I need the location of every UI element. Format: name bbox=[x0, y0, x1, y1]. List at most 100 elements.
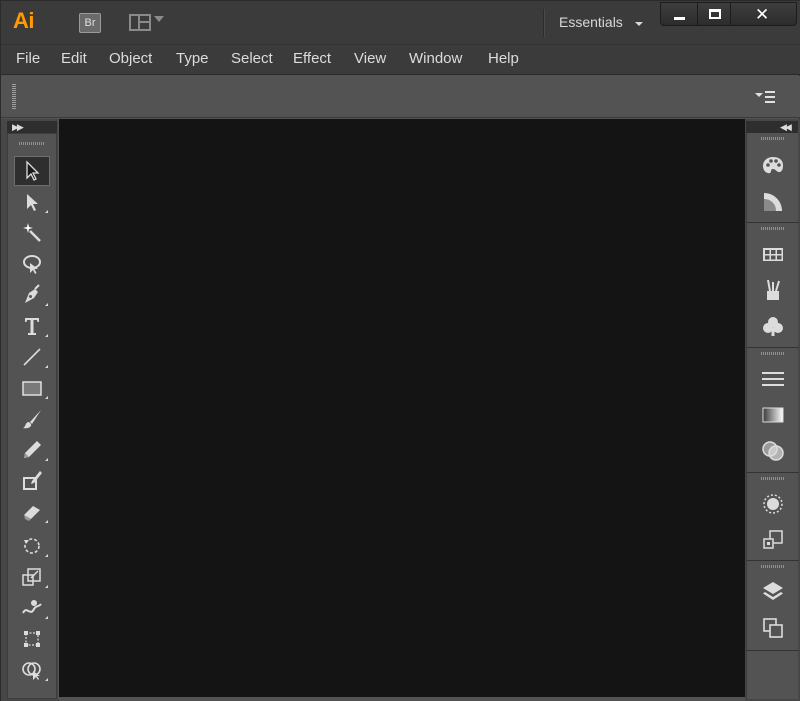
illustrator-window: Ai Br Essentials ✕ File Edit Object Type… bbox=[0, 0, 800, 701]
gradient-panel-button[interactable] bbox=[760, 402, 786, 428]
menu-type[interactable]: Type bbox=[176, 50, 209, 67]
scale-icon bbox=[22, 568, 41, 586]
direct-selection-tool[interactable] bbox=[14, 187, 50, 217]
eraser-tool[interactable] bbox=[14, 497, 50, 527]
selection-tool[interactable] bbox=[14, 156, 50, 186]
panel-group-stroke bbox=[747, 348, 799, 473]
graphic-styles-panel-button[interactable] bbox=[760, 527, 786, 553]
maximize-button[interactable] bbox=[697, 2, 731, 26]
color-palette-icon bbox=[763, 157, 783, 174]
tools-panel-header[interactable]: ▶▶ bbox=[7, 121, 57, 133]
control-bar-menu-icon[interactable] bbox=[755, 90, 775, 104]
panel-dock: ◀◀ bbox=[745, 119, 800, 701]
menu-effect[interactable]: Effect bbox=[293, 50, 331, 67]
panel-group-grip[interactable] bbox=[761, 477, 785, 480]
menu-window[interactable]: Window bbox=[409, 50, 462, 67]
type-icon bbox=[25, 318, 39, 335]
appearance-icon bbox=[763, 494, 783, 514]
control-bar bbox=[1, 76, 800, 118]
lasso-icon bbox=[23, 255, 41, 274]
arrange-documents-button[interactable] bbox=[129, 14, 153, 32]
collapse-panel-icon[interactable]: ◀◀ bbox=[780, 122, 792, 133]
graphic-styles-icon bbox=[763, 530, 783, 549]
appearance-panel-button[interactable] bbox=[760, 491, 786, 517]
menu-file[interactable]: File bbox=[16, 50, 40, 67]
paintbrush-icon bbox=[23, 410, 41, 429]
expand-panel-icon[interactable]: ▶▶ bbox=[12, 122, 24, 133]
toolbox-grip[interactable] bbox=[19, 142, 45, 145]
workspace-switcher[interactable]: Essentials bbox=[559, 14, 623, 30]
color-guide-panel-button[interactable] bbox=[760, 189, 786, 215]
dock-header[interactable]: ◀◀ bbox=[746, 121, 798, 133]
shape-builder-tool[interactable] bbox=[14, 655, 50, 685]
menu-select[interactable]: Select bbox=[231, 50, 273, 67]
divider bbox=[543, 9, 544, 37]
stroke-icon bbox=[762, 372, 784, 386]
minimize-button[interactable] bbox=[660, 2, 698, 26]
line-icon bbox=[23, 348, 41, 366]
color-panel-button[interactable] bbox=[760, 153, 786, 179]
blob-brush-icon bbox=[23, 471, 42, 490]
panel-group-grip[interactable] bbox=[761, 352, 785, 355]
arrange-documents-icon bbox=[129, 14, 151, 31]
transparency-icon bbox=[762, 441, 784, 461]
warp-icon bbox=[22, 600, 42, 614]
paintbrush-tool[interactable] bbox=[14, 404, 50, 434]
panel-group-color bbox=[747, 133, 799, 223]
close-button[interactable]: ✕ bbox=[730, 2, 797, 26]
minimize-icon bbox=[674, 17, 685, 20]
close-icon: ✕ bbox=[755, 5, 770, 24]
toolbox bbox=[7, 133, 57, 699]
blob-brush-tool[interactable] bbox=[14, 466, 50, 496]
symbols-panel-button[interactable] bbox=[760, 313, 786, 339]
brushes-icon bbox=[767, 279, 780, 300]
stroke-panel-button[interactable] bbox=[760, 366, 786, 392]
lasso-tool[interactable] bbox=[14, 249, 50, 279]
warp-tool[interactable] bbox=[14, 593, 50, 623]
chevron-down-icon[interactable] bbox=[635, 22, 643, 26]
magic-wand-icon bbox=[23, 223, 41, 242]
rotate-tool[interactable] bbox=[14, 531, 50, 561]
swatches-panel-button[interactable] bbox=[760, 241, 786, 267]
magic-wand-tool[interactable] bbox=[14, 218, 50, 248]
artboards-panel-button[interactable] bbox=[760, 615, 786, 641]
color-guide-icon bbox=[764, 193, 782, 211]
pen-icon bbox=[25, 284, 40, 303]
pencil-icon bbox=[24, 441, 41, 458]
rotate-icon bbox=[24, 538, 40, 554]
panel-group-swatches bbox=[747, 223, 799, 348]
chevron-down-icon[interactable] bbox=[154, 16, 164, 22]
control-bar-grip[interactable] bbox=[12, 84, 16, 110]
layers-panel-button[interactable] bbox=[760, 579, 786, 605]
artboards-icon bbox=[763, 618, 783, 638]
menu-help[interactable]: Help bbox=[488, 50, 519, 67]
panel-group-grip[interactable] bbox=[761, 227, 785, 230]
selection-arrow-icon bbox=[26, 160, 40, 181]
panel-group-layers bbox=[747, 561, 799, 651]
line-segment-tool[interactable] bbox=[14, 342, 50, 372]
panel-group-grip[interactable] bbox=[761, 137, 785, 140]
panel-group-grip[interactable] bbox=[761, 565, 785, 568]
shape-builder-icon bbox=[22, 662, 41, 680]
maximize-icon bbox=[709, 9, 721, 19]
scale-tool[interactable] bbox=[14, 562, 50, 592]
layers-icon bbox=[763, 582, 783, 600]
menu-object[interactable]: Object bbox=[109, 50, 152, 67]
pen-tool[interactable] bbox=[14, 280, 50, 310]
transparency-panel-button[interactable] bbox=[760, 438, 786, 464]
rectangle-tool[interactable] bbox=[14, 373, 50, 403]
menu-view[interactable]: View bbox=[354, 50, 386, 67]
tools-panel: ▶▶ bbox=[1, 119, 58, 701]
menu-edit[interactable]: Edit bbox=[61, 50, 87, 67]
free-transform-tool[interactable] bbox=[14, 624, 50, 654]
free-transform-icon bbox=[24, 631, 40, 647]
dock-panels bbox=[746, 133, 799, 699]
bridge-button[interactable]: Br bbox=[79, 13, 101, 33]
pencil-tool[interactable] bbox=[14, 435, 50, 465]
document-canvas[interactable] bbox=[59, 119, 745, 697]
menu-bar: File Edit Object Type Select Effect View… bbox=[1, 45, 800, 75]
brushes-panel-button[interactable] bbox=[760, 277, 786, 303]
gradient-icon bbox=[762, 407, 784, 423]
title-bar: Ai Br Essentials ✕ bbox=[1, 1, 800, 45]
type-tool[interactable] bbox=[14, 311, 50, 341]
